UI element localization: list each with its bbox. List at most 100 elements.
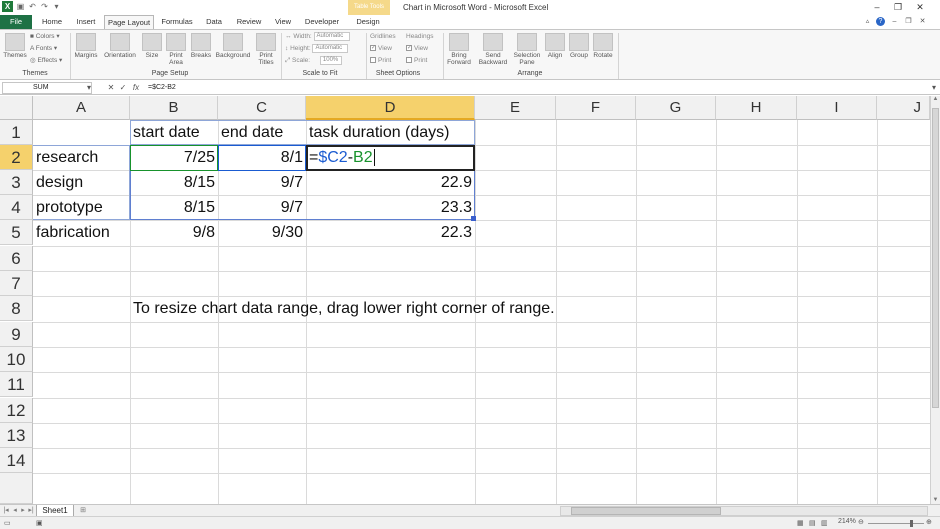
breaks-button[interactable]: Breaks: [189, 33, 213, 59]
worksheet-grid[interactable]: A B C D E F G H I J 1 2 3 4 5 6 7 8 9 10…: [0, 96, 930, 504]
workbook-close-icon[interactable]: ✕: [918, 17, 927, 26]
cell-a2[interactable]: research: [33, 145, 130, 170]
effects-button[interactable]: ◎ Effects ▾: [30, 56, 62, 65]
background-button[interactable]: Background: [214, 33, 252, 59]
cell-b2[interactable]: 7/25: [130, 145, 218, 170]
cell-b1[interactable]: start date: [130, 120, 218, 145]
cell-b8[interactable]: To resize chart data range, drag lower r…: [130, 296, 830, 321]
last-sheet-icon[interactable]: ▸|: [27, 506, 35, 516]
tab-file[interactable]: File: [0, 15, 32, 29]
cell-b3[interactable]: 8/15: [130, 170, 218, 195]
help-icon[interactable]: ?: [876, 17, 885, 26]
workbook-minimize-icon[interactable]: –: [890, 17, 899, 26]
cell-c5[interactable]: 9/30: [218, 220, 306, 245]
workbook-restore-icon[interactable]: ❐: [904, 17, 913, 26]
orientation-button[interactable]: Orientation: [101, 33, 139, 59]
width-select[interactable]: Automatic: [313, 32, 350, 41]
page-break-view-icon[interactable]: ▥: [821, 519, 828, 527]
column-header-f[interactable]: F: [556, 96, 636, 120]
column-header-a[interactable]: A: [33, 96, 130, 120]
cancel-icon[interactable]: ✕: [106, 82, 116, 94]
first-sheet-icon[interactable]: |◂: [2, 506, 10, 516]
column-header-i[interactable]: I: [797, 96, 877, 120]
row-header-13[interactable]: 13: [0, 423, 33, 448]
expand-formula-bar-icon[interactable]: ▾: [929, 82, 939, 94]
column-header-h[interactable]: H: [716, 96, 797, 120]
tab-insert[interactable]: Insert: [70, 15, 102, 29]
width-control[interactable]: ↔ Width: Automatic: [285, 32, 350, 41]
column-header-d[interactable]: D: [306, 96, 475, 120]
scroll-up-icon[interactable]: ▲: [931, 96, 940, 102]
size-button[interactable]: Size: [141, 33, 163, 59]
zoom-slider[interactable]: [868, 523, 924, 524]
tab-page-layout[interactable]: Page Layout: [104, 15, 154, 30]
row-header-5[interactable]: 5: [0, 220, 33, 245]
cell-c1[interactable]: end date: [218, 120, 306, 145]
print-area-button[interactable]: Print Area: [165, 33, 187, 66]
row-header-11[interactable]: 11: [0, 372, 33, 397]
headings-view-checkbox[interactable]: ✓ View: [406, 44, 428, 53]
vertical-scrollbar[interactable]: ▲ ▼: [930, 96, 940, 504]
close-button[interactable]: ✕: [913, 2, 927, 13]
headings-print-checkbox[interactable]: Print: [406, 56, 427, 65]
row-header-2[interactable]: 2: [0, 145, 33, 170]
scroll-down-icon[interactable]: ▼: [931, 497, 940, 503]
tab-design[interactable]: Design: [350, 15, 386, 29]
rotate-button[interactable]: Rotate: [591, 33, 615, 59]
row-header-8[interactable]: 8: [0, 296, 33, 321]
cell-d2-formula[interactable]: =$C2-B2: [306, 145, 475, 170]
cell-b4[interactable]: 8/15: [130, 195, 218, 220]
height-select[interactable]: Automatic: [312, 44, 349, 53]
minimize-button[interactable]: –: [870, 2, 884, 13]
cell-d3[interactable]: 22.9: [306, 170, 475, 195]
formula-input[interactable]: =$C2-B2: [145, 82, 930, 94]
bring-forward-button[interactable]: Bring Forward: [444, 33, 474, 66]
tab-view[interactable]: View: [270, 15, 296, 29]
cell-d5[interactable]: 22.3: [306, 220, 475, 245]
scale-input[interactable]: 100%: [319, 56, 342, 65]
group-button[interactable]: Group: [568, 33, 590, 59]
cell-c2[interactable]: 8/1: [218, 145, 306, 170]
print-titles-button[interactable]: Print Titles: [254, 33, 278, 66]
gridlines-view-checkbox[interactable]: ✓ View: [370, 44, 392, 53]
scale-control[interactable]: ⤢ Scale: 100%: [285, 56, 342, 65]
name-box-dropdown-icon[interactable]: ▾: [84, 82, 94, 94]
row-header-1[interactable]: 1: [0, 120, 33, 145]
height-control[interactable]: ↕ Height: Automatic: [285, 44, 349, 53]
horizontal-scrollbar[interactable]: [560, 506, 928, 516]
cell-c4[interactable]: 9/7: [218, 195, 306, 220]
row-header-15[interactable]: [0, 473, 33, 504]
insert-sheet-icon[interactable]: ⊞: [78, 506, 88, 516]
cell-a5[interactable]: fabrication: [33, 220, 130, 245]
column-header-j[interactable]: J: [877, 96, 930, 120]
row-header-6[interactable]: 6: [0, 246, 33, 271]
cell-c3[interactable]: 9/7: [218, 170, 306, 195]
page-layout-view-icon[interactable]: ▤: [809, 519, 816, 527]
column-header-e[interactable]: E: [475, 96, 556, 120]
gridlines-print-checkbox[interactable]: Print: [370, 56, 391, 65]
row-header-3[interactable]: 3: [0, 170, 33, 195]
row-header-14[interactable]: 14: [0, 448, 33, 473]
row-header-9[interactable]: 9: [0, 322, 33, 347]
margins-button[interactable]: Margins: [73, 33, 99, 59]
tab-formulas[interactable]: Formulas: [158, 15, 196, 29]
row-header-12[interactable]: 12: [0, 398, 33, 423]
horizontal-scroll-thumb[interactable]: [571, 507, 721, 515]
zoom-out-icon[interactable]: ⊖: [858, 518, 864, 526]
excel-logo-icon[interactable]: X: [2, 1, 13, 12]
row-header-7[interactable]: 7: [0, 271, 33, 296]
themes-button[interactable]: Themes: [3, 33, 27, 59]
cell-d1[interactable]: task duration (days): [306, 120, 475, 145]
row-header-10[interactable]: 10: [0, 347, 33, 372]
align-button[interactable]: Align: [544, 33, 566, 59]
tab-home[interactable]: Home: [36, 15, 68, 29]
colors-button[interactable]: ■ Colors ▾: [30, 32, 60, 41]
record-macro-icon[interactable]: ▣: [36, 519, 43, 527]
column-header-b[interactable]: B: [130, 96, 218, 120]
insert-function-icon[interactable]: fx: [131, 82, 141, 94]
cell-d4[interactable]: 23.3: [306, 195, 475, 220]
cell-a3[interactable]: design: [33, 170, 130, 195]
tab-developer[interactable]: Developer: [300, 15, 344, 29]
send-backward-button[interactable]: Send Backward: [476, 33, 510, 66]
column-header-g[interactable]: G: [636, 96, 716, 120]
